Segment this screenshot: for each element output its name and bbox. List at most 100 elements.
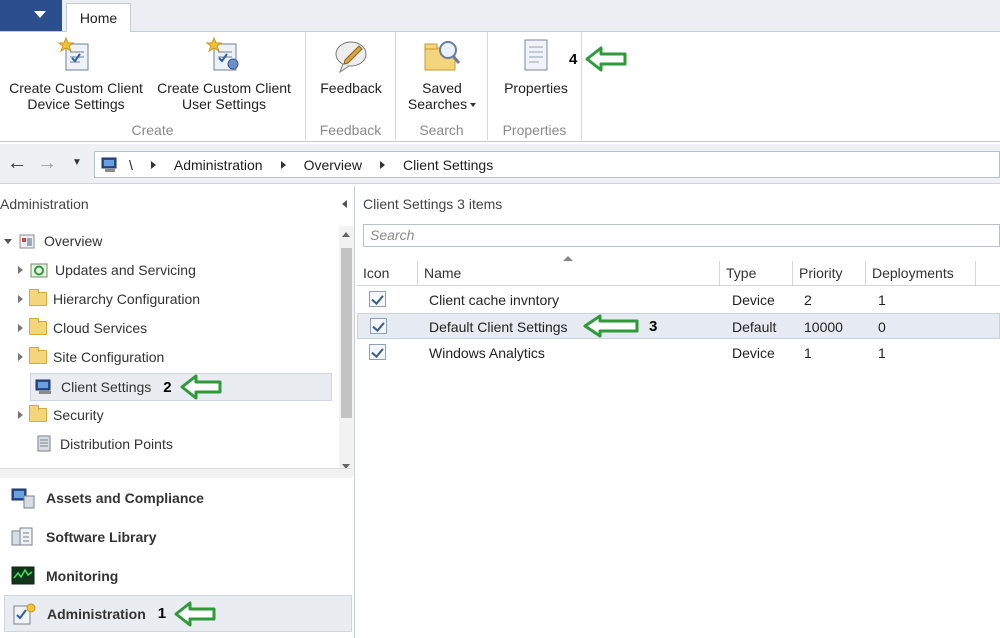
tree-item-security[interactable]: Security: [18, 403, 104, 427]
button-label-line2: User Settings: [181, 96, 267, 112]
updates-icon: [30, 263, 48, 278]
tree-item-hierarchy-configuration[interactable]: Hierarchy Configuration: [18, 287, 200, 311]
new-user-settings-icon: [204, 36, 244, 76]
row-priority: 10000: [804, 319, 843, 335]
callout-4: 4: [569, 46, 627, 72]
tab-home[interactable]: Home: [66, 3, 131, 33]
workspace-label: Assets and Compliance: [46, 490, 204, 506]
collapsed-chevron-icon[interactable]: [18, 324, 23, 332]
tree-scrollbar[interactable]: [339, 226, 354, 476]
folder-icon: [29, 405, 47, 422]
row-deployments: 1: [878, 345, 886, 361]
create-custom-client-device-settings-button[interactable]: Create Custom Client Device Settings: [6, 36, 146, 112]
callout-arrow-icon: [180, 374, 222, 400]
table-row[interactable]: Windows Analytics Device 1 1: [357, 340, 1000, 366]
collapsed-chevron-icon[interactable]: [18, 411, 23, 419]
breadcrumb-separator-icon[interactable]: [280, 160, 286, 169]
scrollbar-thumb[interactable]: [341, 248, 352, 418]
dropdown-icon: [34, 11, 46, 18]
breadcrumb-root[interactable]: \: [129, 157, 133, 173]
column-header-type[interactable]: Type: [720, 261, 793, 286]
tree-item-label: Cloud Services: [53, 320, 148, 336]
tree-item-site-configuration[interactable]: Site Configuration: [18, 345, 164, 369]
column-header-deployments[interactable]: Deployments: [866, 261, 976, 286]
column-header-priority[interactable]: Priority: [793, 261, 866, 286]
tree-item-cloud-services[interactable]: Cloud Services: [18, 316, 147, 340]
tree-item-label: Client Settings: [61, 379, 152, 395]
ribbon-group-label: Search: [419, 122, 464, 138]
table-row-selected[interactable]: Default Client Settings 3 Default 10000 …: [357, 313, 1000, 339]
navigation-pane-title: Administration: [0, 196, 89, 212]
collapsed-chevron-icon[interactable]: [18, 295, 23, 303]
properties-button[interactable]: Properties: [498, 36, 574, 96]
expanded-chevron-icon[interactable]: [4, 238, 12, 244]
workspace-assets-and-compliance[interactable]: Assets and Compliance: [4, 481, 352, 515]
assets-compliance-icon: [11, 488, 35, 509]
workspace-label: Software Library: [46, 529, 157, 545]
tree-item-distribution-points[interactable]: Distribution Points: [34, 432, 173, 456]
folder-icon: [29, 347, 47, 364]
breadcrumb: \ Administration Overview Client Setting…: [94, 151, 1000, 178]
pane-splitter[interactable]: [0, 468, 352, 478]
tree-item-overview[interactable]: Overview: [4, 229, 102, 253]
back-arrow-icon[interactable]: ←: [4, 152, 30, 176]
callout-number: 2: [163, 378, 172, 396]
saved-searches-icon: [422, 36, 462, 76]
client-settings-item-icon: [369, 344, 386, 360]
ribbon-group-properties: Properties Properties: [488, 32, 582, 140]
address-bar: ← → ▼ \ Administration Overview Client S…: [0, 144, 1000, 184]
tree-item-label: Security: [53, 407, 104, 423]
workspace-label: Monitoring: [46, 568, 119, 584]
column-header-icon[interactable]: Icon: [357, 261, 418, 286]
callout-arrow-icon: [174, 601, 216, 626]
ribbon-group-feedback: Feedback Feedback: [306, 32, 396, 140]
callout-number: 1: [157, 605, 167, 622]
tree-item-client-settings[interactable]: Client Settings 2: [30, 373, 332, 401]
tree-item-label: Site Configuration: [53, 349, 165, 365]
results-title: Client Settings 3 items: [363, 196, 503, 212]
search-input[interactable]: Search: [363, 224, 1000, 247]
feedback-button[interactable]: Feedback: [314, 36, 388, 96]
breadcrumb-item-overview[interactable]: Overview: [304, 157, 362, 173]
ribbon-group-search: Saved Searches Search: [396, 32, 488, 140]
server-icon: [37, 435, 51, 452]
tree-item-label: Hierarchy Configuration: [53, 291, 201, 307]
callout-number: 4: [569, 50, 578, 68]
callout-2: 2: [163, 374, 222, 400]
collapsed-chevron-icon[interactable]: [18, 353, 23, 361]
button-label-line2: Device Settings: [27, 96, 125, 112]
client-settings-icon: [35, 379, 51, 394]
history-dropdown-icon[interactable]: ▼: [64, 152, 90, 176]
breadcrumb-separator-icon[interactable]: [150, 160, 156, 169]
workspace-monitoring[interactable]: Monitoring: [4, 559, 352, 593]
computer-icon: [101, 157, 117, 172]
tree-item-label: Distribution Points: [60, 436, 173, 452]
callout-arrow-icon: [583, 314, 639, 338]
forward-arrow-icon[interactable]: →: [34, 152, 60, 176]
breadcrumb-separator-icon[interactable]: [379, 160, 385, 169]
workspace-software-library[interactable]: Software Library: [4, 520, 352, 554]
create-custom-client-user-settings-button[interactable]: Create Custom Client User Settings: [154, 36, 294, 112]
application-menu-button[interactable]: [0, 0, 62, 31]
new-settings-icon: [56, 36, 96, 76]
row-deployments: 0: [878, 319, 886, 335]
client-settings-item-icon: [369, 291, 386, 307]
workspace-administration[interactable]: Administration 1: [4, 595, 352, 632]
collapse-pane-icon[interactable]: [342, 200, 347, 208]
table-row[interactable]: Client cache invntory Device 2 1: [357, 287, 1000, 313]
tree-item-updates-and-servicing[interactable]: Updates and Servicing: [18, 258, 196, 282]
folder-icon: [29, 289, 47, 306]
scroll-up-icon[interactable]: [342, 232, 350, 237]
ribbon-group-create: Create Custom Client Device Settings Cre…: [0, 32, 306, 140]
button-label: Feedback: [320, 80, 382, 96]
callout-arrow-icon: [585, 46, 627, 72]
dropdown-caret-icon: [470, 103, 477, 108]
breadcrumb-item-administration[interactable]: Administration: [174, 157, 263, 173]
feedback-icon: [331, 36, 371, 76]
breadcrumb-item-client-settings[interactable]: Client Settings: [403, 157, 493, 173]
saved-searches-button[interactable]: Saved Searches: [404, 36, 480, 112]
column-header-name[interactable]: Name: [418, 261, 720, 286]
button-label-line1: Create Custom Client: [9, 80, 143, 96]
client-settings-item-icon: [370, 318, 387, 334]
collapsed-chevron-icon[interactable]: [18, 266, 23, 274]
